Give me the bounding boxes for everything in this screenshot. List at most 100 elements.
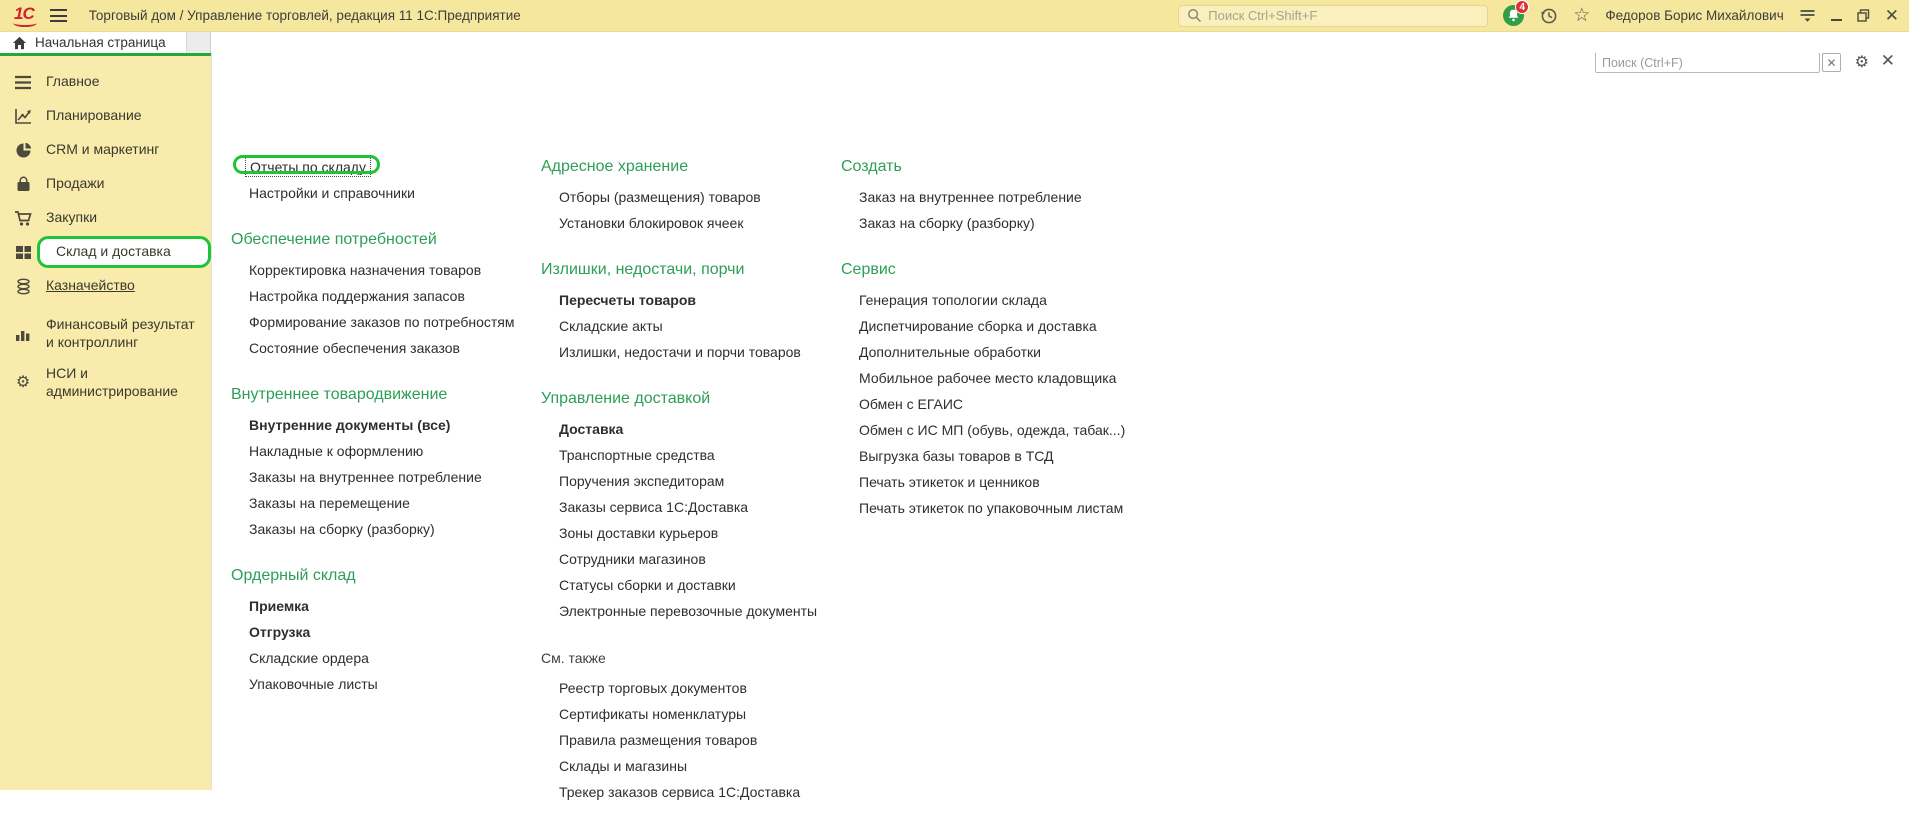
command-link[interactable]: Настройки и справочники bbox=[231, 180, 536, 206]
command-link-label[interactable]: Упаковочные листы bbox=[249, 676, 378, 692]
command-link[interactable]: Складские акты bbox=[541, 313, 841, 339]
command-link[interactable]: Мобильное рабочее место кладовщика bbox=[841, 365, 1261, 391]
command-link[interactable]: Заказы на сборку (разборку) bbox=[231, 516, 536, 542]
command-link[interactable]: Внутренние документы (все) bbox=[231, 412, 536, 438]
command-link[interactable]: Состояние обеспечения заказов bbox=[231, 335, 536, 361]
history-icon[interactable] bbox=[1539, 6, 1558, 25]
sidebar-item[interactable]: Казначейство bbox=[0, 269, 211, 303]
command-link-label[interactable]: Состояние обеспечения заказов bbox=[249, 340, 460, 356]
command-link[interactable]: Складские ордера bbox=[231, 645, 536, 671]
command-link-label[interactable]: Накладные к оформлению bbox=[249, 443, 423, 459]
command-link-label[interactable]: Заказ на внутреннее потребление bbox=[859, 189, 1082, 205]
command-link[interactable]: Формирование заказов по потребностям bbox=[231, 309, 536, 335]
sidebar-item[interactable]: CRM и маркетинг bbox=[0, 133, 211, 167]
command-link[interactable]: Заказ на сборку (разборку) bbox=[841, 210, 1261, 236]
command-link-label[interactable]: Настройка поддержания запасов bbox=[249, 288, 465, 304]
command-link[interactable]: Диспетчирование сборка и доставка bbox=[841, 313, 1261, 339]
command-link[interactable]: Заказы сервиса 1С:Доставка bbox=[541, 494, 841, 520]
command-link[interactable]: Склады и магазины bbox=[541, 753, 841, 779]
command-link[interactable]: Обмен с ЕГАИС bbox=[841, 391, 1261, 417]
command-link[interactable]: Поручения экспедиторам bbox=[541, 468, 841, 494]
command-link-label[interactable]: Настройки и справочники bbox=[249, 185, 415, 201]
command-link[interactable]: Установки блокировок ячеек bbox=[541, 210, 841, 236]
sidebar-item[interactable]: Закупки bbox=[0, 201, 211, 235]
command-link-label[interactable]: Генерация топологии склада bbox=[859, 292, 1047, 308]
command-link[interactable]: Пересчеты товаров bbox=[541, 287, 841, 313]
command-link-label[interactable]: Реестр торговых документов bbox=[559, 680, 747, 696]
command-link[interactable]: Сертификаты номенклатуры bbox=[541, 701, 841, 727]
command-link[interactable]: Корректировка назначения товаров bbox=[231, 257, 536, 283]
sidebar-item[interactable]: Главное bbox=[0, 65, 211, 99]
command-link-label[interactable]: Обмен с ЕГАИС bbox=[859, 396, 963, 412]
tab-stub[interactable] bbox=[187, 32, 211, 53]
command-link-label[interactable]: Транспортные средства bbox=[559, 447, 715, 463]
command-link-label[interactable]: Доставка bbox=[559, 421, 623, 437]
global-search-box[interactable] bbox=[1178, 5, 1488, 27]
command-link-label[interactable]: Печать этикеток и ценников bbox=[859, 474, 1040, 490]
command-link-label[interactable]: Выгрузка базы товаров в ТСД bbox=[859, 448, 1054, 464]
command-link[interactable]: Отгрузка bbox=[231, 619, 536, 645]
command-link-label[interactable]: Склады и магазины bbox=[559, 758, 687, 774]
command-link-label[interactable]: Заказы сервиса 1С:Доставка bbox=[559, 499, 748, 515]
command-link-label[interactable]: Отгрузка bbox=[249, 624, 310, 640]
command-link[interactable]: Заказ на внутреннее потребление bbox=[841, 184, 1261, 210]
command-link-label[interactable]: Складские ордера bbox=[249, 650, 369, 666]
command-link[interactable]: Печать этикеток и ценников bbox=[841, 469, 1261, 495]
command-link[interactable]: Транспортные средства bbox=[541, 442, 841, 468]
command-link-label[interactable]: Отборы (размещения) товаров bbox=[559, 189, 761, 205]
command-link-label[interactable]: Трекер заказов сервиса 1С:Доставка bbox=[559, 784, 800, 800]
command-link-label[interactable]: Установки блокировок ячеек bbox=[559, 215, 743, 231]
command-link[interactable]: Сотрудники магазинов bbox=[541, 546, 841, 572]
command-link[interactable]: Заказы на перемещение bbox=[231, 490, 536, 516]
command-link[interactable]: Приемка bbox=[231, 593, 536, 619]
command-link-label[interactable]: Зоны доставки курьеров bbox=[559, 525, 718, 541]
command-link-label[interactable]: Приемка bbox=[249, 598, 309, 614]
command-link[interactable]: Печать этикеток по упаковочным листам bbox=[841, 495, 1261, 521]
command-link[interactable]: Статусы сборки и доставки bbox=[541, 572, 841, 598]
command-link-label[interactable]: Внутренние документы (все) bbox=[249, 417, 450, 433]
restore-window-button[interactable] bbox=[1857, 9, 1870, 22]
command-link[interactable]: Накладные к оформлению bbox=[231, 438, 536, 464]
command-link[interactable]: Выгрузка базы товаров в ТСД bbox=[841, 443, 1261, 469]
main-menu-icon[interactable] bbox=[50, 9, 67, 22]
notifications-button[interactable]: 4 bbox=[1503, 5, 1524, 26]
command-link[interactable]: Электронные перевозочные документы bbox=[541, 598, 841, 624]
command-link-label[interactable]: Сертификаты номенклатуры bbox=[559, 706, 746, 722]
command-link[interactable]: Заказы на внутреннее потребление bbox=[231, 464, 536, 490]
command-link[interactable]: Зоны доставки курьеров bbox=[541, 520, 841, 546]
command-link-label[interactable]: Формирование заказов по потребностям bbox=[249, 314, 514, 330]
command-link[interactable]: Дополнительные обработки bbox=[841, 339, 1261, 365]
command-link[interactable]: Отчеты по складу bbox=[231, 154, 536, 180]
command-link-label[interactable]: Поручения экспедиторам bbox=[559, 473, 724, 489]
command-link-label[interactable]: Излишки, недостачи и порчи товаров bbox=[559, 344, 801, 360]
command-link-label[interactable]: Диспетчирование сборка и доставка bbox=[859, 318, 1097, 334]
sidebar-item[interactable]: Склад и доставка bbox=[0, 235, 211, 269]
gear-icon[interactable]: ⚙ bbox=[1855, 52, 1869, 72]
sidebar-item[interactable]: Финансовый результат и контроллинг bbox=[0, 316, 211, 352]
user-name[interactable]: Федоров Борис Михайлович bbox=[1605, 8, 1783, 23]
command-link-label[interactable]: Отчеты по складу bbox=[245, 157, 371, 177]
command-link-label[interactable]: Мобильное рабочее место кладовщика bbox=[859, 370, 1116, 386]
sidebar-item[interactable]: ⚙НСИ и администрирование bbox=[0, 365, 211, 401]
minimize-button[interactable] bbox=[1831, 19, 1842, 21]
command-link-label[interactable]: Пересчеты товаров bbox=[559, 292, 696, 308]
command-link-label[interactable]: Корректировка назначения товаров bbox=[249, 262, 481, 278]
command-link[interactable]: Настройка поддержания запасов bbox=[231, 283, 536, 309]
command-link-label[interactable]: Электронные перевозочные документы bbox=[559, 603, 817, 619]
command-link[interactable]: Реестр торговых документов bbox=[541, 675, 841, 701]
content-search-input[interactable] bbox=[1602, 56, 1813, 70]
command-link[interactable]: Правила размещения товаров bbox=[541, 727, 841, 753]
favorites-star-icon[interactable]: ☆ bbox=[1573, 6, 1590, 25]
hide-panels-icon[interactable] bbox=[1799, 8, 1816, 23]
command-link-label[interactable]: Сотрудники магазинов bbox=[559, 551, 706, 567]
command-link-label[interactable]: Обмен с ИС МП (обувь, одежда, табак...) bbox=[859, 422, 1125, 438]
command-link-label[interactable]: Заказы на внутреннее потребление bbox=[249, 469, 482, 485]
command-link-label[interactable]: Заказы на перемещение bbox=[249, 495, 410, 511]
command-link-label[interactable]: Дополнительные обработки bbox=[859, 344, 1041, 360]
command-link[interactable]: Упаковочные листы bbox=[231, 671, 536, 697]
command-link[interactable]: Генерация топологии склада bbox=[841, 287, 1261, 313]
command-link[interactable]: Трекер заказов сервиса 1С:Доставка bbox=[541, 779, 841, 805]
content-search-box[interactable] bbox=[1595, 52, 1820, 73]
clear-search-button[interactable]: ✕ bbox=[1822, 53, 1841, 72]
command-link-label[interactable]: Печать этикеток по упаковочным листам bbox=[859, 500, 1123, 516]
